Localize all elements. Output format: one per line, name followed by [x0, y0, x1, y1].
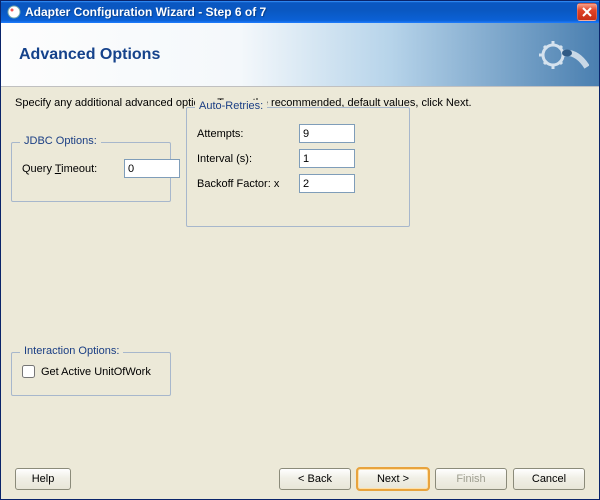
- jdbc-legend: JDBC Options:: [20, 135, 101, 147]
- wizard-header: Advanced Options: [1, 23, 599, 87]
- attempts-label: Attempts:: [197, 128, 299, 140]
- content-area: Specify any additional advanced options.…: [1, 87, 599, 459]
- interval-label: Interval (s):: [197, 153, 299, 165]
- cancel-button[interactable]: Cancel: [513, 468, 585, 490]
- page-title: Advanced Options: [19, 46, 160, 64]
- interaction-options-group: Interaction Options: Get Active UnitOfWo…: [11, 352, 171, 396]
- window-title: Adapter Configuration Wizard - Step 6 of…: [25, 5, 577, 19]
- auto-retries-group: Auto-Retries: Attempts: Interval (s): Ba…: [186, 107, 410, 227]
- close-button[interactable]: [577, 3, 597, 21]
- button-bar: Help < Back Next > Finish Cancel: [1, 459, 599, 499]
- get-active-uow-checkbox[interactable]: [22, 365, 35, 378]
- auto-retries-legend: Auto-Retries:: [195, 100, 267, 112]
- title-bar: Adapter Configuration Wizard - Step 6 of…: [1, 1, 599, 23]
- help-button[interactable]: Help: [15, 468, 71, 490]
- get-active-uow-label: Get Active UnitOfWork: [41, 366, 151, 378]
- backoff-label: Backoff Factor: x: [197, 178, 299, 190]
- wizard-window: Adapter Configuration Wizard - Step 6 of…: [0, 0, 600, 500]
- query-timeout-label: Query Timeout:: [22, 163, 124, 175]
- next-button[interactable]: Next >: [357, 468, 429, 490]
- query-timeout-input[interactable]: [124, 159, 180, 178]
- jdbc-options-group: JDBC Options: Query Timeout:: [11, 142, 171, 202]
- finish-button[interactable]: Finish: [435, 468, 507, 490]
- interaction-legend: Interaction Options:: [20, 345, 123, 357]
- app-icon: [7, 5, 21, 19]
- interval-input[interactable]: [299, 149, 355, 168]
- attempts-input[interactable]: [299, 124, 355, 143]
- back-button[interactable]: < Back: [279, 468, 351, 490]
- backoff-input[interactable]: [299, 174, 355, 193]
- gear-icon: [533, 31, 589, 82]
